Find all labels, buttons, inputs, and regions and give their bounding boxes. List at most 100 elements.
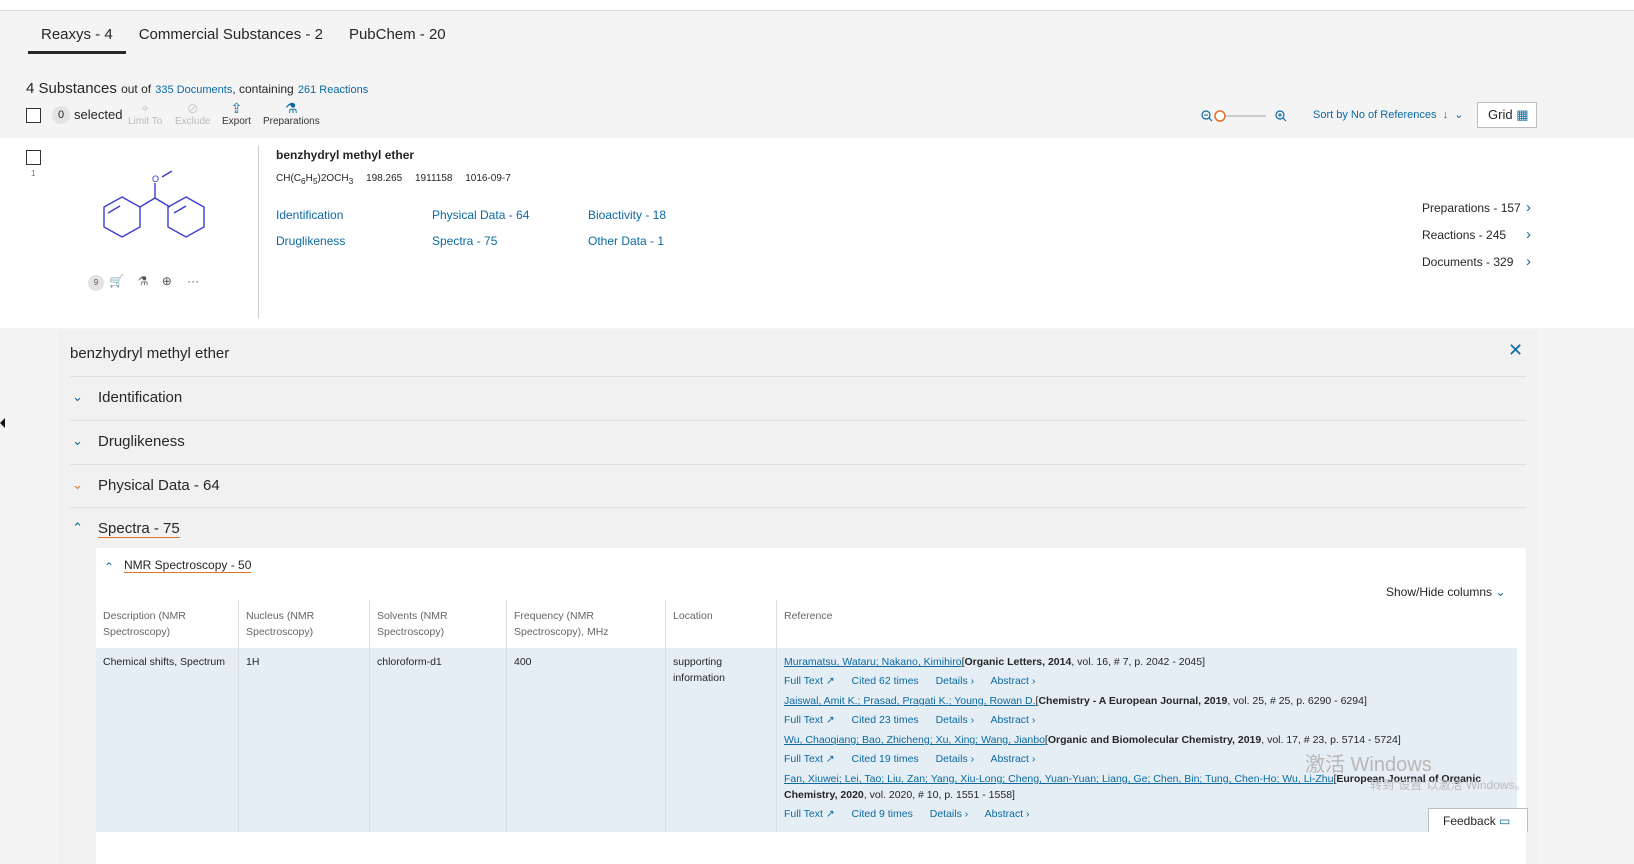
select-all-checkbox[interactable] xyxy=(26,108,41,123)
column-header[interactable]: Reference xyxy=(776,600,1517,648)
sort-direction-icon[interactable]: ↓ xyxy=(1440,109,1452,121)
reactions-count-link[interactable]: Reactions - 245 › xyxy=(1422,226,1531,243)
abstract-link[interactable]: Abstract › xyxy=(990,753,1035,765)
export-button[interactable]: ⇪ Export xyxy=(222,100,251,127)
reference-authors[interactable]: Jaiswal, Amit K.; Prasad, Pragati K.; Yo… xyxy=(784,695,1036,707)
reference-links: Full Text ↗ Cited 23 times Details › Abs… xyxy=(784,712,1510,728)
exclude-button[interactable]: ⊘ Exclude xyxy=(175,100,211,127)
section-spectra[interactable]: ⌃ Spectra - 75 xyxy=(70,507,1526,551)
more-icon[interactable]: ··· xyxy=(187,274,199,288)
zoom-slider[interactable] xyxy=(1200,107,1290,125)
reactions-link[interactable]: 261 Reactions xyxy=(298,84,368,96)
cell-solvent: chloroform-d1 xyxy=(369,648,507,832)
structure-image[interactable]: O xyxy=(100,165,210,241)
tab-pubchem[interactable]: PubChem - 20 xyxy=(336,18,459,54)
full-text-link[interactable]: Full Text ↗ xyxy=(784,753,835,765)
details-link[interactable]: Details › xyxy=(936,675,975,687)
chevron-right-icon: › xyxy=(1526,253,1531,270)
tab-commercial-substances[interactable]: Commercial Substances - 2 xyxy=(126,18,336,54)
chevron-right-icon: › xyxy=(1526,226,1531,243)
substance-name[interactable]: benzhydryl methyl ether xyxy=(276,148,414,162)
results-tabs: Reaxys - 4 Commercial Substances - 2 Pub… xyxy=(28,18,459,54)
preparations-count-link[interactable]: Preparations - 157 › xyxy=(1422,199,1531,216)
column-header[interactable]: Solvents (NMR Spectroscopy) xyxy=(369,600,507,648)
column-header[interactable]: Nucleus (NMR Spectroscopy) xyxy=(238,600,370,648)
column-header[interactable]: Location xyxy=(665,600,777,648)
grid-view-button[interactable]: Grid ▦ xyxy=(1477,102,1537,128)
cited-link[interactable]: Cited 23 times xyxy=(852,714,919,726)
feedback-label: Feedback xyxy=(1443,814,1496,828)
nmr-subsection[interactable]: ⌃ NMR Spectroscopy - 50 xyxy=(104,558,252,574)
physical-data-link[interactable]: Physical Data - 64 xyxy=(432,208,529,222)
full-text-link[interactable]: Full Text ↗ xyxy=(784,808,835,820)
target-icon: ⌖ xyxy=(141,100,150,116)
cited-link[interactable]: Cited 9 times xyxy=(852,808,913,820)
section-identification[interactable]: ⌄ Identification xyxy=(70,376,1526,420)
reference-authors[interactable]: Fan, Xiuwei; Lei, Tao; Liu, Zan; Yang, X… xyxy=(784,773,1333,785)
reference-details: , vol. 25, # 25, p. 6290 - 6294] xyxy=(1227,695,1367,707)
preparations-button[interactable]: ⚗ Preparations xyxy=(263,100,320,127)
preparations-count-label: Preparations - 157 xyxy=(1422,201,1521,215)
limit-to-label: Limit To xyxy=(128,116,163,127)
sort-dropdown[interactable]: Sort by No of References ↓ ⌄ xyxy=(1313,108,1463,121)
close-icon[interactable]: ✕ xyxy=(1508,340,1523,361)
details-link[interactable]: Details › xyxy=(936,753,975,765)
tab-reaxys[interactable]: Reaxys - 4 xyxy=(28,18,126,54)
collapse-arrow-icon[interactable] xyxy=(0,418,5,428)
section-physical-data[interactable]: ⌄ Physical Data - 64 xyxy=(70,464,1526,508)
show-hide-columns-button[interactable]: Show/Hide columns ⌄ xyxy=(1386,585,1505,599)
reference-journal: Organic and Biomolecular Chemistry, 2019 xyxy=(1047,734,1262,746)
column-header[interactable]: Frequency (NMR Spectroscopy), MHz xyxy=(506,600,666,648)
documents-link[interactable]: 335 Documents xyxy=(155,84,232,96)
details-link[interactable]: Details › xyxy=(936,714,975,726)
hit-index: 1 xyxy=(31,169,36,178)
preparations-label: Preparations xyxy=(263,116,320,127)
reference-details: , vol. 2020, # 10, p. 1551 - 1558] xyxy=(863,789,1015,801)
nmr-label: NMR Spectroscopy - 50 xyxy=(124,558,252,573)
reference-item: Wu, Chaoqiang; Bao, Zhicheng; Xu, Xing; … xyxy=(784,734,1401,746)
spectra-body: ⌃ NMR Spectroscopy - 50 Show/Hide column… xyxy=(96,548,1526,864)
cited-link[interactable]: Cited 62 times xyxy=(852,675,919,687)
chevron-down-icon: ⌄ xyxy=(72,389,83,404)
bioactivity-link[interactable]: Bioactivity - 18 xyxy=(588,208,666,222)
cited-link[interactable]: Cited 19 times xyxy=(852,753,919,765)
nmr-table: Description (NMR Spectroscopy) Nucleus (… xyxy=(96,600,1517,832)
identification-link[interactable]: Identification xyxy=(276,208,343,222)
cell-location: supporting information xyxy=(665,648,777,832)
details-link[interactable]: Details › xyxy=(930,808,969,820)
flask-icon[interactable]: ⚗ xyxy=(138,274,149,288)
zoom-icon[interactable]: ⊕ xyxy=(162,274,172,288)
section-label: Physical Data - 64 xyxy=(98,477,220,494)
abstract-link[interactable]: Abstract › xyxy=(990,714,1035,726)
grid-icon: ▦ xyxy=(1516,107,1529,122)
ban-icon: ⊘ xyxy=(186,100,199,116)
section-label: Spectra - 75 xyxy=(98,520,180,538)
containing-text: , containing xyxy=(232,82,294,96)
feedback-button[interactable]: Feedback ▭ xyxy=(1428,808,1528,832)
abstract-link[interactable]: Abstract › xyxy=(990,675,1035,687)
chevron-up-icon: ⌃ xyxy=(104,560,115,574)
hit-checkbox[interactable] xyxy=(26,150,41,165)
column-header[interactable]: Description (NMR Spectroscopy) xyxy=(96,600,239,648)
sort-label: Sort by No of References xyxy=(1313,109,1437,121)
abstract-link[interactable]: Abstract › xyxy=(985,808,1030,820)
svg-text:O: O xyxy=(152,174,159,184)
chevron-up-icon: ⌃ xyxy=(72,520,83,535)
cart-icon[interactable]: 🛒 xyxy=(109,274,124,288)
chat-icon: ▭ xyxy=(1499,814,1511,828)
cell-references: Muramatsu, Wataru; Nakano, Kimihiro[Orga… xyxy=(776,648,1517,832)
spectra-link[interactable]: Spectra - 75 xyxy=(432,234,497,248)
structure-actions: 9 🛒 ⚗ ⊕ ··· xyxy=(88,274,199,291)
other-data-link[interactable]: Other Data - 1 xyxy=(588,234,664,248)
section-druglikeness[interactable]: ⌄ Druglikeness xyxy=(70,420,1526,464)
molecular-weight: 198.265 xyxy=(366,173,403,184)
grid-label: Grid xyxy=(1488,107,1513,122)
druglikeness-link[interactable]: Druglikeness xyxy=(276,234,345,248)
documents-count-link[interactable]: Documents - 329 › xyxy=(1422,253,1531,270)
full-text-link[interactable]: Full Text ↗ xyxy=(784,675,835,687)
limit-to-button[interactable]: ⌖ Limit To xyxy=(128,100,162,127)
reference-authors[interactable]: Muramatsu, Wataru; Nakano, Kimihiro xyxy=(784,656,962,668)
reference-authors[interactable]: Wu, Chaoqiang; Bao, Zhicheng; Xu, Xing; … xyxy=(784,734,1045,746)
full-text-link[interactable]: Full Text ↗ xyxy=(784,714,835,726)
top-bar xyxy=(0,0,1634,11)
